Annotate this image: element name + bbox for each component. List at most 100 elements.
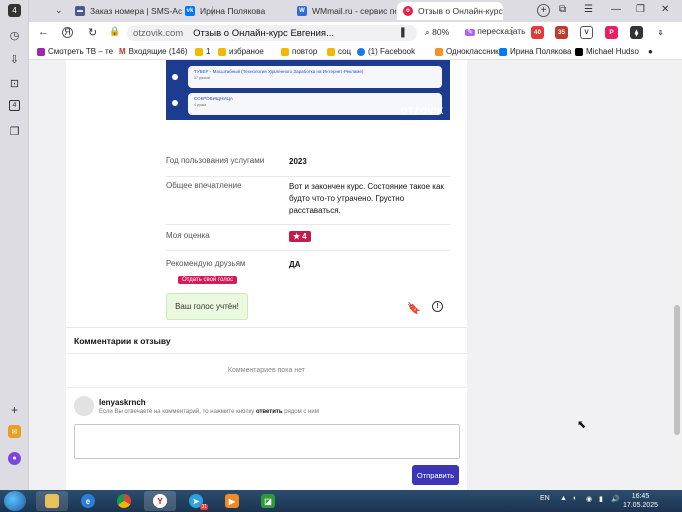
start-button[interactable] bbox=[4, 491, 26, 511]
tabs-counter-icon[interactable]: 4 bbox=[8, 4, 21, 17]
scrollbar-thumb[interactable] bbox=[674, 305, 680, 435]
star-icon: ★ bbox=[293, 232, 301, 241]
tray-arrow-icon[interactable]: ▲ bbox=[560, 495, 567, 502]
comments-title: Комментарии к отзыву bbox=[74, 336, 171, 346]
network-icon[interactable]: ▮ bbox=[599, 495, 603, 503]
gmail-icon: M bbox=[119, 47, 126, 56]
tab-vk[interactable]: vk Ирина Полякова bbox=[179, 2, 289, 20]
bookmark-ok[interactable]: Одноклассники bbox=[435, 47, 503, 56]
tray-security-icon[interactable]: ◉ bbox=[586, 495, 592, 503]
url-field[interactable]: otzovik.com Отзыв о Онлайн-курс Евгения.… bbox=[127, 25, 417, 41]
folder-icon bbox=[195, 47, 203, 56]
pinterest-icon[interactable]: P bbox=[605, 26, 618, 39]
taskbar-chrome[interactable] bbox=[108, 491, 140, 511]
tabs-menu-icon[interactable]: ⧉ bbox=[559, 4, 566, 15]
new-tab-button[interactable]: + bbox=[537, 4, 550, 17]
review-image[interactable]: ТУБЕР - Масштабный (Технология Удаленног… bbox=[166, 60, 450, 120]
shield-icon[interactable]: V bbox=[580, 26, 593, 39]
wmmail-favicon: W bbox=[297, 6, 307, 16]
x-icon bbox=[575, 47, 583, 56]
taskbar-explorer[interactable] bbox=[36, 491, 68, 511]
back-icon[interactable]: ← bbox=[38, 26, 49, 38]
bookmark-page-icon[interactable]: ❚ bbox=[399, 27, 407, 38]
folder-icon bbox=[281, 47, 289, 56]
reload-icon[interactable]: ↻ bbox=[88, 26, 97, 39]
comment-textarea[interactable] bbox=[74, 424, 460, 459]
vk-favicon: vk bbox=[185, 6, 195, 16]
username: lenyaskrnch bbox=[99, 398, 146, 407]
downloads-icon[interactable]: ⇩ bbox=[7, 52, 22, 67]
bookmark-1[interactable]: 1 bbox=[195, 47, 210, 56]
sms-favicon: ▬ bbox=[75, 6, 85, 16]
add-icon[interactable]: + bbox=[7, 402, 22, 417]
taskbar-media[interactable]: ▶ bbox=[216, 491, 248, 511]
screenshot-icon[interactable]: ⊡ bbox=[7, 76, 22, 91]
vote-tooltip: Отдать свой голос bbox=[178, 276, 238, 284]
minimize-icon[interactable]: — bbox=[611, 4, 621, 15]
info-icon[interactable]: ! bbox=[432, 301, 443, 312]
vk-icon bbox=[499, 47, 507, 56]
chrome-icon bbox=[117, 494, 131, 508]
otzovik-watermark: OTZOVIK bbox=[400, 106, 444, 116]
taskbar-telegram[interactable]: ➤ 31 bbox=[180, 491, 212, 511]
puzzle-icon[interactable]: ⧫ bbox=[630, 26, 643, 39]
tab-otzovik[interactable]: o Отзыв о Онлайн-курс ✕ bbox=[397, 2, 503, 20]
tab-bar: ⌄ ▬ Заказ номера | SMS-Ac vk Ирина Поляк… bbox=[29, 0, 682, 22]
send-button[interactable]: Отправить bbox=[412, 465, 459, 485]
bookmark-facebook[interactable]: (1) Facebook bbox=[357, 47, 415, 56]
tab-group-icon[interactable]: 4 bbox=[9, 100, 20, 111]
close-window-icon[interactable]: ✕ bbox=[661, 4, 669, 15]
page-scrollbar[interactable] bbox=[672, 60, 682, 490]
odnoklassniki-icon bbox=[435, 47, 443, 56]
taskbar-yandex[interactable]: Y bbox=[144, 491, 176, 511]
bookmark-gmail[interactable]: M Входящие (146) bbox=[119, 47, 188, 56]
yandex-icon[interactable]: Я bbox=[62, 27, 73, 38]
zoom-level[interactable]: ⌕ 80% bbox=[425, 27, 449, 38]
volume-icon[interactable]: 🔊 bbox=[611, 495, 620, 503]
bookmark-repeat[interactable]: повтор bbox=[281, 47, 317, 56]
tray-app-icon[interactable]: ◐ bbox=[573, 495, 577, 502]
collections-icon[interactable]: ❐ bbox=[7, 124, 22, 139]
download-icon[interactable]: ⇩ bbox=[654, 26, 667, 39]
bookmarks-bar: Смотреть ТВ – те M Входящие (146) 1 избра… bbox=[29, 44, 682, 60]
bookmark-social[interactable]: соц bbox=[327, 47, 351, 56]
avatar bbox=[74, 396, 94, 416]
mail-icon[interactable]: ✉ bbox=[8, 425, 21, 438]
page-content: ТУБЕР - Масштабный (Технология Удаленног… bbox=[29, 60, 672, 490]
browser-sidebar: 4 ◷ ⇩ ⊡ 4 ❐ + ✉ ● bbox=[0, 0, 29, 490]
extension-badge-icon[interactable]: 40 bbox=[531, 26, 544, 39]
no-comments-message: Комментариев пока нет bbox=[66, 353, 467, 388]
taskbar-ie[interactable]: e bbox=[72, 491, 104, 511]
history-icon[interactable]: ◷ bbox=[7, 28, 22, 43]
bookmarks-more-icon[interactable]: ● bbox=[648, 47, 653, 56]
tab-wmmail[interactable]: W WMmail.ru - сервис по bbox=[291, 2, 396, 20]
lock-icon[interactable]: 🔒 bbox=[109, 26, 120, 37]
language-indicator[interactable]: EN bbox=[540, 495, 550, 502]
more-icon[interactable]: ⋮ bbox=[507, 26, 517, 37]
menu-icon[interactable]: ☰ bbox=[584, 4, 593, 15]
bookmark-icon[interactable]: 🔖 bbox=[407, 302, 421, 315]
alice-icon[interactable]: ● bbox=[8, 452, 21, 465]
detail-row-impression: Общее впечатление Вот и закончен курс. С… bbox=[166, 181, 450, 225]
folder-icon bbox=[218, 47, 226, 56]
vote-status-button[interactable]: Ваш голос учтён! bbox=[166, 293, 248, 320]
bookmark-x[interactable]: Michael Hudso bbox=[575, 47, 639, 56]
chevron-down-icon[interactable]: ⌄ bbox=[55, 5, 63, 16]
taskbar-app[interactable]: ◪ bbox=[252, 491, 284, 511]
detail-row-rating: Моя оценка ★ 4 bbox=[166, 231, 450, 251]
extension-badge-icon[interactable]: 35 bbox=[555, 26, 568, 39]
folder-icon bbox=[327, 47, 335, 56]
bookmark-tv[interactable]: Смотреть ТВ – те bbox=[37, 47, 113, 56]
rating-badge: ★ 4 bbox=[289, 231, 311, 242]
clock[interactable]: 16:45 17.05.2025 bbox=[623, 492, 658, 510]
facebook-icon bbox=[357, 47, 365, 56]
reply-hint: Если Вы отвечаете на комментарий, то наж… bbox=[99, 409, 319, 415]
media-player-icon: ▶ bbox=[225, 494, 239, 508]
app-icon: ◪ bbox=[261, 494, 275, 508]
telegram-badge: 31 bbox=[200, 504, 208, 510]
retell-icon: ✎ bbox=[465, 29, 475, 36]
bookmark-favorites[interactable]: избраное bbox=[218, 47, 264, 56]
detail-row-year: Год пользования услугами 2023 bbox=[166, 156, 450, 177]
maximize-icon[interactable]: ❐ bbox=[636, 4, 645, 15]
bookmark-vk[interactable]: Ирина Полякова bbox=[499, 47, 571, 56]
